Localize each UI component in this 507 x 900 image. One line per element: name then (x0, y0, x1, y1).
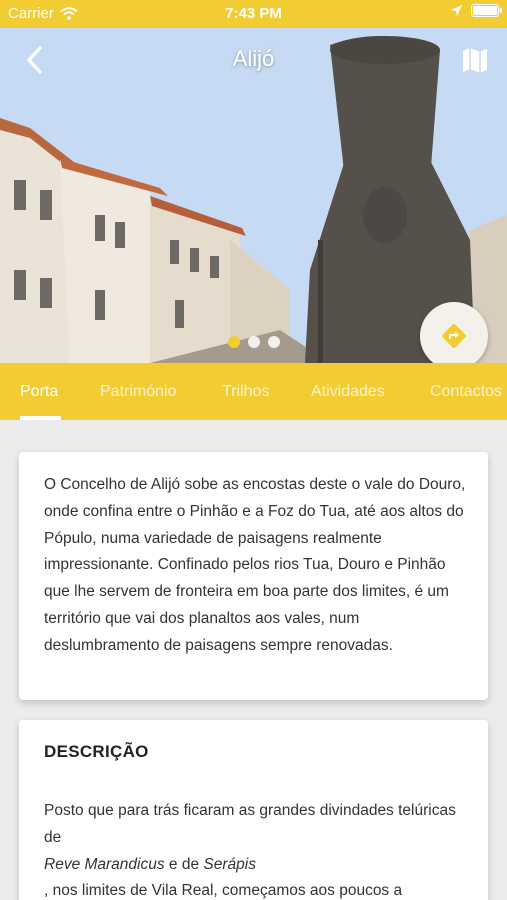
tab-trilhos[interactable]: Trilhos (222, 363, 269, 420)
location-arrow-icon (451, 5, 462, 16)
description-line: Posto que para trás ficaram as grandes d… (44, 802, 456, 846)
tab-contactos[interactable]: Contactos (430, 363, 502, 420)
tab-indicator (20, 416, 61, 420)
tab-patrimonio[interactable]: Património (100, 363, 176, 420)
map-icon (463, 48, 487, 73)
description-body: Posto que para trás ficaram as grandes d… (44, 798, 466, 900)
section-tabs: Porta Património Trilhos Atividades Cont… (0, 363, 507, 420)
pager-dot[interactable] (267, 336, 280, 348)
pager-dot[interactable] (247, 336, 260, 348)
status-bar: Carrier 7:43 PM (0, 0, 507, 28)
directions-icon (442, 324, 466, 348)
intro-card: O Concelho de Alijó sobe as encostas des… (19, 452, 488, 700)
directions-button[interactable] (420, 302, 488, 370)
description-italic: Serápis (203, 855, 256, 873)
tab-atividades[interactable]: Atividades (311, 363, 385, 420)
pager-dot[interactable] (227, 336, 240, 348)
description-italic: Reve Marandicus (44, 855, 165, 873)
description-card: DESCRIÇÃO Posto que para trás ficaram as… (19, 720, 488, 900)
description-line: , nos limites de Vila Real, começamos ao… (44, 882, 403, 900)
status-time: 7:43 PM (225, 5, 282, 22)
description-heading: DESCRIÇÃO (44, 742, 149, 761)
hero-image[interactable]: Alijó (0, 0, 507, 363)
battery-icon (471, 4, 502, 17)
page-title: Alijó (232, 46, 275, 71)
map-button[interactable] (459, 44, 491, 76)
description-connector: e de (164, 855, 204, 873)
intro-text: O Concelho de Alijó sobe as encostas des… (44, 476, 466, 654)
tab-porta[interactable]: Porta (20, 363, 58, 420)
